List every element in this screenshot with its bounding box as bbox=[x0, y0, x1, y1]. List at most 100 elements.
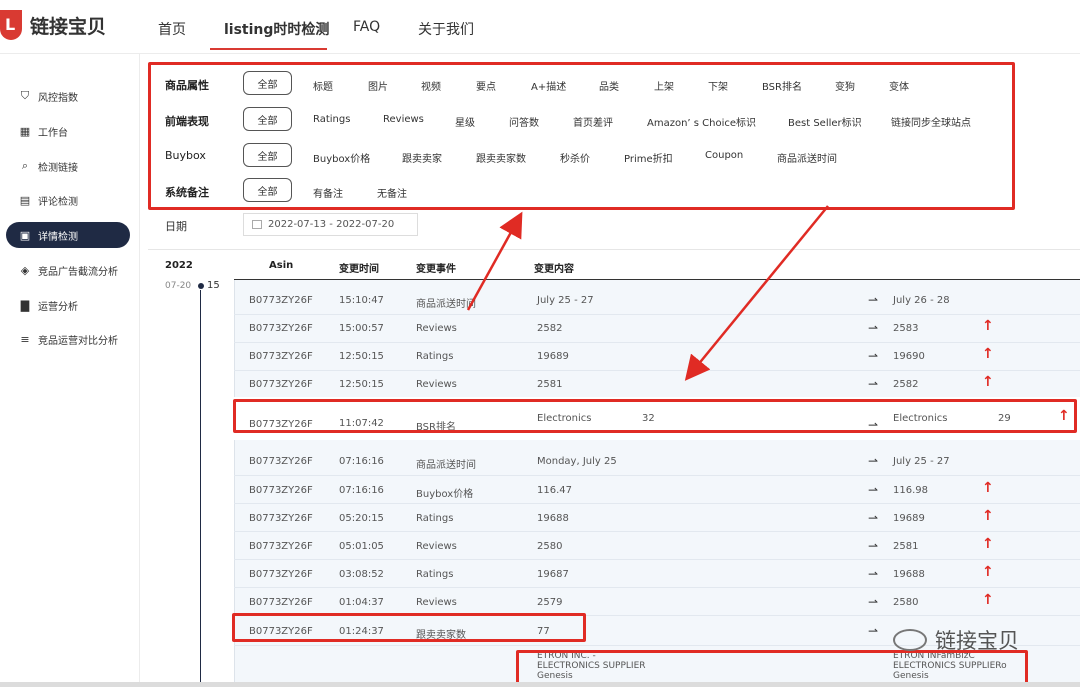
top-nav: L 链接宝贝 首页 listing时时检测 FAQ 关于我们 bbox=[0, 0, 1080, 54]
sidebar-item-label: 工作台 bbox=[38, 127, 68, 139]
row-event: Buybox价格 bbox=[416, 489, 474, 500]
right-arrow-icon: ⇀ bbox=[868, 511, 879, 525]
row-time: 12:50:15 bbox=[339, 351, 384, 362]
row-old-value: 2579 bbox=[537, 597, 563, 608]
col-header-time: 变更时间 bbox=[339, 264, 379, 275]
sidebar-item-label: 评论检测 bbox=[38, 196, 78, 208]
sidebar-item-label: 运营分析 bbox=[38, 301, 78, 313]
right-arrow-icon: ⇀ bbox=[868, 321, 879, 335]
row-time: 03:08:52 bbox=[339, 569, 384, 580]
row-event: Reviews bbox=[416, 379, 457, 390]
timeline-dot bbox=[198, 283, 204, 289]
row-separator bbox=[234, 503, 1080, 504]
increase-arrow-icon: ↑ bbox=[982, 318, 994, 334]
row-time: 01:04:37 bbox=[339, 597, 384, 608]
sidebar-item-operation-analysis[interactable]: ▇ 运营分析 bbox=[6, 292, 130, 318]
sidebar-item-label: 竞品运营对比分析 bbox=[38, 335, 118, 347]
row-old-value: 2580 bbox=[537, 541, 563, 552]
bsr-row-highlight bbox=[233, 399, 1077, 433]
watermark-text: 链接宝贝 bbox=[935, 629, 1019, 653]
row-asin: B0773ZY26F bbox=[249, 295, 313, 306]
row-new-value: 19690 bbox=[893, 351, 925, 362]
increase-arrow-icon: ↑ bbox=[982, 592, 994, 608]
date-range-picker[interactable]: 2022-07-13 - 2022-07-20 bbox=[243, 213, 418, 236]
increase-arrow-icon: ↑ bbox=[982, 346, 994, 362]
row-new-value: July 26 - 28 bbox=[893, 295, 950, 306]
row-separator bbox=[234, 314, 1080, 315]
row-asin: B0773ZY26F bbox=[249, 379, 313, 390]
sidebar-item-label: 详情检测 bbox=[38, 231, 78, 243]
sidebar-item-competitor-ads[interactable]: ◈ 竞品广告截流分析 bbox=[6, 257, 130, 283]
row-old-value: 19689 bbox=[537, 351, 569, 362]
bar-chart-icon: ▇ bbox=[20, 298, 30, 312]
timeline-date[interactable]: 07-20 bbox=[165, 281, 191, 291]
row-new-value: July 25 - 27 bbox=[893, 456, 950, 467]
col-header-content: 变更内容 bbox=[534, 264, 574, 275]
shield-logo-icon: L bbox=[0, 10, 22, 40]
magnifier-icon: ⌕ bbox=[21, 159, 29, 172]
row-asin: B0773ZY26F bbox=[249, 541, 313, 552]
nav-faq[interactable]: FAQ bbox=[353, 19, 380, 35]
row-separator bbox=[234, 559, 1080, 560]
row-asin: B0773ZY26F bbox=[249, 597, 313, 608]
row-new-value: 116.98 bbox=[893, 485, 928, 496]
increase-arrow-icon: ↑ bbox=[982, 374, 994, 390]
right-arrow-icon: ⇀ bbox=[868, 377, 879, 391]
sidebar-item-risk-index[interactable]: ⛉ 风控指数 bbox=[6, 83, 130, 109]
nav-about[interactable]: 关于我们 bbox=[418, 19, 474, 39]
detail-search-icon: ▣ bbox=[19, 228, 31, 242]
nav-listing-monitor[interactable]: listing时时检测 bbox=[224, 19, 329, 39]
row-separator bbox=[234, 370, 1080, 371]
row-separator bbox=[234, 587, 1080, 588]
brand-logo[interactable]: L 链接宝贝 bbox=[0, 8, 106, 42]
row-event: Ratings bbox=[416, 513, 454, 524]
date-range-value: 2022-07-13 - 2022-07-20 bbox=[268, 219, 395, 230]
shield-icon: ⛉ bbox=[20, 89, 30, 102]
row-old-value: Monday, July 25 bbox=[537, 456, 617, 467]
row-event: Ratings bbox=[416, 569, 454, 580]
row-old-value: 2581 bbox=[537, 379, 563, 390]
row-old-value: July 25 - 27 bbox=[537, 295, 594, 306]
sidebar-item-detail-check[interactable]: ▣ 详情检测 bbox=[6, 222, 130, 248]
row-event: Reviews bbox=[416, 323, 457, 334]
grid-icon: ▦ bbox=[19, 124, 31, 138]
row-event: 商品派送时间 bbox=[416, 460, 476, 471]
row-new-value: 2582 bbox=[893, 379, 919, 390]
horizontal-scrollbar[interactable] bbox=[0, 682, 1080, 687]
sidebar-item-label: 风控指数 bbox=[38, 92, 78, 104]
increase-arrow-icon: ↑ bbox=[982, 564, 994, 580]
sidebar-item-review-check[interactable]: ▤ 评论检测 bbox=[6, 187, 130, 213]
row-time: 15:10:47 bbox=[339, 295, 384, 306]
row-asin: B0773ZY26F bbox=[249, 456, 313, 467]
brand-name: 链接宝贝 bbox=[30, 15, 107, 38]
row-new-value: 2581 bbox=[893, 541, 919, 552]
watermark: 链接宝贝 bbox=[893, 625, 1019, 655]
comment-doc-icon: ▤ bbox=[19, 193, 31, 207]
right-arrow-icon: ⇀ bbox=[868, 539, 879, 553]
row-asin: B0773ZY26F bbox=[249, 513, 313, 524]
row-new-value: 19689 bbox=[893, 513, 925, 524]
sidebar-item-competitor-compare[interactable]: ≡ 竞品运营对比分析 bbox=[6, 326, 130, 352]
right-arrow-icon: ⇀ bbox=[868, 624, 879, 638]
right-arrow-icon: ⇀ bbox=[868, 567, 879, 581]
right-arrow-icon: ⇀ bbox=[868, 595, 879, 609]
row-event: Reviews bbox=[416, 541, 457, 552]
increase-arrow-icon: ↑ bbox=[982, 536, 994, 552]
sidebar-item-check-link[interactable]: ⌕ 检测链接 bbox=[6, 153, 130, 179]
row-time: 05:01:05 bbox=[339, 541, 384, 552]
nav-home[interactable]: 首页 bbox=[158, 19, 186, 39]
timeline-year: 2022 bbox=[165, 260, 193, 271]
increase-arrow-icon: ↑ bbox=[982, 508, 994, 524]
row-old-value: 2582 bbox=[537, 323, 563, 334]
nav-active-underline bbox=[210, 48, 327, 50]
follow-seller-row-highlight bbox=[232, 613, 586, 642]
wechat-icon bbox=[893, 629, 927, 651]
logo-letter: L bbox=[5, 15, 16, 34]
sidebar-item-workbench[interactable]: ▦ 工作台 bbox=[6, 118, 130, 144]
row-asin: B0773ZY26F bbox=[249, 569, 313, 580]
right-arrow-icon: ⇀ bbox=[868, 454, 879, 468]
sidebar-item-label: 竞品广告截流分析 bbox=[38, 266, 118, 278]
row-time: 07:16:16 bbox=[339, 456, 384, 467]
row-separator bbox=[234, 475, 1080, 476]
row-event: Ratings bbox=[416, 351, 454, 362]
